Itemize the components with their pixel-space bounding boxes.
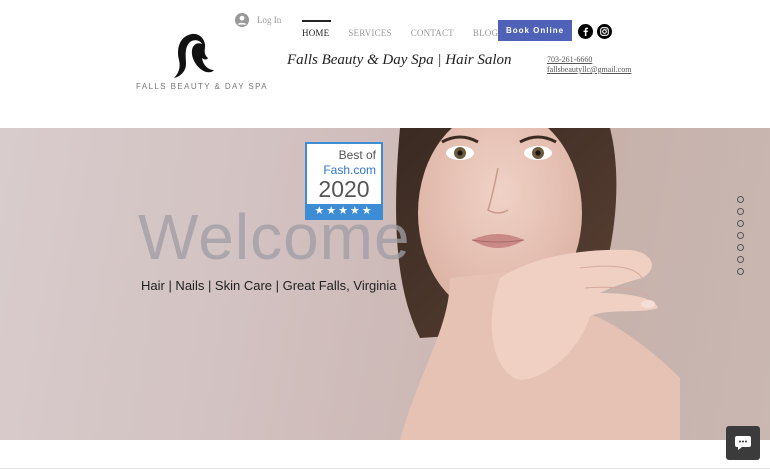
slide-dot-4[interactable] xyxy=(737,232,744,239)
logo-text: FALLS BEAUTY & DAY SPA xyxy=(136,82,269,91)
contact-info: 703-261-6660 fallsbeautyllc@gmail.com xyxy=(547,55,631,75)
model-photo xyxy=(396,128,680,440)
chat-bubble-icon xyxy=(735,436,751,450)
badge-line2: Fash.com xyxy=(323,163,376,177)
nav-services[interactable]: SERVICES xyxy=(348,20,391,38)
login-button[interactable]: Log In xyxy=(235,13,281,27)
nav-contact[interactable]: CONTACT xyxy=(411,20,454,38)
site-header: FALLS BEAUTY & DAY SPA Log In HOME SERVI… xyxy=(0,0,770,128)
main-nav: HOME SERVICES CONTACT BLOG xyxy=(302,20,517,38)
slide-dot-1[interactable] xyxy=(737,196,744,203)
slide-dot-2[interactable] xyxy=(737,208,744,215)
slide-indicators xyxy=(737,196,744,275)
nav-blog[interactable]: BLOG xyxy=(473,20,498,38)
slide-dot-3[interactable] xyxy=(737,220,744,227)
slide-dot-5[interactable] xyxy=(737,244,744,251)
nav-home[interactable]: HOME xyxy=(302,20,332,38)
slide-dot-7[interactable] xyxy=(737,268,744,275)
chat-button[interactable] xyxy=(726,426,760,460)
phone-link[interactable]: 703-261-6660 xyxy=(547,55,631,65)
badge-line1: Best of xyxy=(338,148,376,162)
user-avatar-icon xyxy=(235,13,249,27)
welcome-heading: Welcome xyxy=(138,201,411,273)
instagram-glyph-icon xyxy=(600,27,609,36)
footer-divider xyxy=(0,468,770,469)
hero-banner: Best of Fash.com 2020 ★★★★★ Welcome Hair… xyxy=(0,128,770,440)
book-online-button[interactable]: Book Online xyxy=(498,20,572,41)
facebook-glyph-icon xyxy=(583,27,589,36)
badge-year: 2020 xyxy=(318,176,370,202)
email-link[interactable]: fallsbeautyllc@gmail.com xyxy=(547,65,631,75)
login-label: Log In xyxy=(257,15,282,25)
hero-tagline: Hair | Nails | Skin Care | Great Falls, … xyxy=(141,278,397,293)
instagram-icon[interactable] xyxy=(597,24,612,39)
site-title: Falls Beauty & Day Spa | Hair Salon xyxy=(287,52,512,68)
logo-icon[interactable] xyxy=(172,30,216,80)
facebook-icon[interactable] xyxy=(578,24,593,39)
slide-dot-6[interactable] xyxy=(737,256,744,263)
